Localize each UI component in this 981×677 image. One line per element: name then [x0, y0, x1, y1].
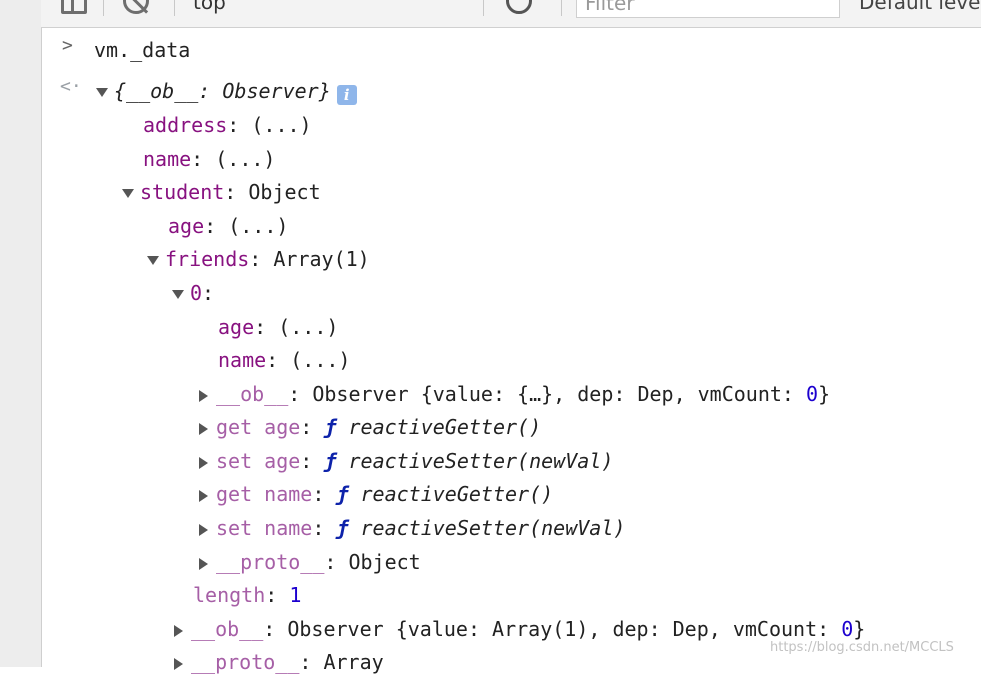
- expand-arrow-icon[interactable]: [199, 456, 208, 469]
- prop-set-age[interactable]: set age: ƒ reactiveSetter(newVal): [199, 446, 613, 476]
- collapse-arrow-icon[interactable]: [122, 189, 134, 198]
- prop-friend-age[interactable]: age: (...): [218, 312, 338, 342]
- collapse-arrow-icon[interactable]: [96, 88, 108, 97]
- toolbar-divider: [561, 0, 562, 16]
- expand-arrow-icon[interactable]: [199, 523, 208, 536]
- prop-friends[interactable]: friends: Array(1): [147, 244, 370, 274]
- context-select[interactable]: top: [193, 0, 226, 14]
- prop-address[interactable]: address: (...): [143, 110, 312, 140]
- toolbar-divider: [103, 0, 104, 16]
- prop-get-age[interactable]: get age: ƒ reactiveGetter(): [199, 412, 541, 442]
- collapse-arrow-icon[interactable]: [147, 256, 159, 265]
- filter-placeholder: Filter: [585, 0, 635, 15]
- prop-length: length: 1: [193, 583, 302, 607]
- filter-input[interactable]: Filter: [576, 0, 840, 18]
- prop-friend-proto[interactable]: __proto__: Object: [199, 547, 421, 577]
- prop-set-name[interactable]: set name: ƒ reactiveSetter(newVal): [199, 513, 625, 543]
- expand-arrow-icon[interactable]: [174, 624, 183, 637]
- prop-friends-0[interactable]: 0:: [172, 278, 214, 308]
- console-input-text: vm._data: [94, 38, 191, 62]
- prop-student[interactable]: student: Object: [122, 177, 321, 207]
- result-object-header[interactable]: {__ob__: Observer} i: [96, 76, 357, 106]
- prop-array-proto[interactable]: __proto__: Array: [174, 647, 384, 677]
- toolbar-divider: [483, 0, 484, 16]
- info-icon[interactable]: i: [336, 85, 357, 105]
- prop-array-ob[interactable]: __ob__: Observer {value: Array(1), dep: …: [174, 614, 865, 644]
- clear-console-icon[interactable]: [123, 0, 149, 14]
- toolbar-divider: [174, 0, 175, 16]
- eye-icon[interactable]: [506, 0, 532, 14]
- panel-toggle-icon[interactable]: [61, 0, 87, 14]
- prop-friend-ob[interactable]: __ob__: Observer {value: {…}, dep: Dep, …: [199, 379, 830, 409]
- console-toolbar: top Filter Default levels: [41, 0, 981, 28]
- result-object-preview: {__ob__: Observer}: [114, 79, 331, 103]
- collapse-arrow-icon[interactable]: [172, 290, 184, 299]
- prop-get-name[interactable]: get name: ƒ reactiveGetter(): [199, 479, 553, 509]
- expand-arrow-icon[interactable]: [199, 489, 208, 502]
- expand-arrow-icon[interactable]: [199, 389, 208, 402]
- expand-arrow-icon[interactable]: [199, 422, 208, 435]
- result-arrow-icon: <·: [60, 76, 82, 97]
- expand-arrow-icon[interactable]: [199, 557, 208, 570]
- console-input-line: vm._data: [94, 35, 190, 65]
- left-gutter: [0, 0, 42, 667]
- prompt-chevron-icon: >: [62, 35, 73, 56]
- log-levels-dropdown[interactable]: Default levels: [859, 0, 981, 14]
- prop-name[interactable]: name: (...): [143, 144, 275, 174]
- watermark: https://blog.csdn.net/MCCLS: [770, 640, 954, 655]
- expand-arrow-icon[interactable]: [174, 657, 183, 670]
- prop-friend-name[interactable]: name: (...): [218, 345, 350, 375]
- prop-student-age[interactable]: age: (...): [168, 211, 288, 241]
